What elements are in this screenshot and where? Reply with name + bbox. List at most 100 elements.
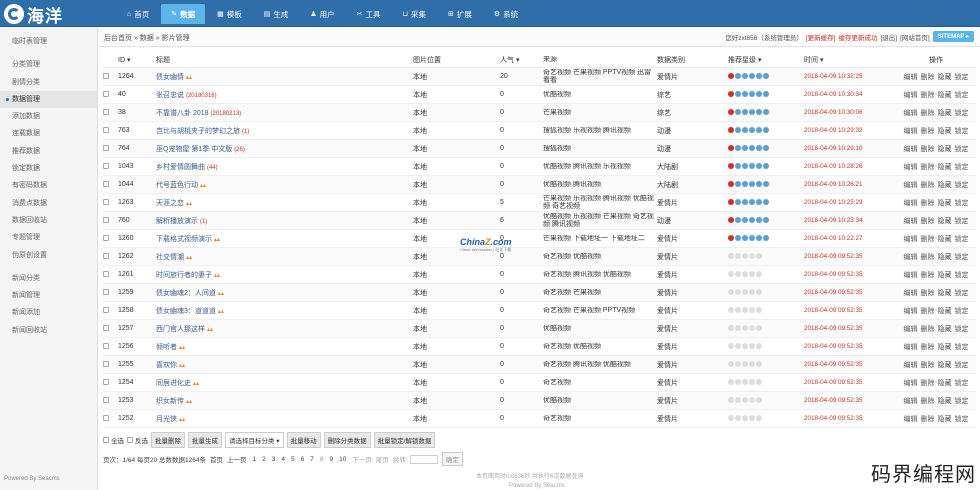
row-checkbox[interactable] — [103, 198, 109, 205]
star-icon[interactable] — [749, 378, 755, 385]
op-1-link[interactable]: 删除 — [921, 218, 935, 225]
star-icon[interactable] — [742, 288, 748, 295]
op-0-link[interactable]: 编辑 — [904, 110, 918, 117]
star-icon[interactable] — [756, 288, 762, 295]
pager-page-1[interactable]: 1 — [250, 455, 258, 464]
unrecommend-icon[interactable] — [728, 90, 734, 97]
op-1-link[interactable]: 删除 — [921, 236, 935, 243]
op-2-link[interactable]: 隐藏 — [938, 362, 952, 369]
star-icon[interactable] — [756, 198, 762, 205]
star-icon[interactable] — [763, 234, 769, 241]
row-checkbox[interactable] — [103, 252, 109, 259]
pager-prev[interactable]: 上一页 — [227, 454, 247, 464]
nav-item-1[interactable]: ✎ 数据 — [161, 4, 206, 24]
star-icon[interactable] — [763, 126, 769, 133]
op-0-link[interactable]: 编辑 — [904, 236, 918, 243]
star-icon[interactable] — [749, 162, 755, 169]
op-2-link[interactable]: 隐藏 — [938, 74, 952, 81]
star-icon[interactable] — [756, 162, 762, 169]
op-2-link[interactable]: 隐藏 — [938, 398, 952, 405]
star-icon[interactable] — [756, 252, 762, 259]
star-icon[interactable] — [735, 288, 741, 295]
sidebar-item[interactable]: 新闻添加 — [0, 304, 97, 321]
row-title-link[interactable]: 解析播放演示 — [156, 218, 198, 225]
op-3-link[interactable]: 锁定 — [955, 92, 969, 99]
star-icon[interactable] — [756, 342, 762, 349]
op-0-link[interactable]: 编辑 — [904, 128, 918, 135]
row-checkbox[interactable] — [103, 378, 109, 385]
star-icon[interactable] — [756, 306, 762, 313]
star-icon[interactable] — [728, 378, 734, 385]
op-2-link[interactable]: 隐藏 — [938, 200, 952, 207]
op-0-link[interactable]: 编辑 — [904, 200, 918, 207]
star-icon[interactable] — [728, 306, 734, 313]
batch-delete-button[interactable]: 批量删除 — [151, 432, 185, 448]
op-3-link[interactable]: 锁定 — [955, 308, 969, 315]
row-title-link[interactable]: 债女幽情 — [156, 74, 184, 81]
pager-page-8[interactable]: 8 — [318, 455, 326, 464]
row-checkbox[interactable] — [103, 216, 109, 223]
unrecommend-icon[interactable] — [728, 162, 734, 169]
star-icon[interactable] — [735, 108, 741, 115]
op-3-link[interactable]: 锁定 — [955, 254, 969, 261]
op-0-link[interactable]: 编辑 — [904, 416, 918, 423]
pager-jump-input[interactable] — [409, 454, 438, 464]
star-icon[interactable] — [749, 324, 755, 331]
unrecommend-icon[interactable] — [728, 234, 734, 241]
star-icon[interactable] — [735, 414, 741, 421]
op-0-link[interactable]: 编辑 — [904, 92, 918, 99]
star-icon[interactable] — [735, 144, 741, 151]
op-2-link[interactable]: 隐藏 — [938, 290, 952, 297]
star-icon[interactable] — [735, 72, 741, 79]
unrecommend-icon[interactable] — [728, 108, 734, 115]
star-icon[interactable] — [749, 306, 755, 313]
nav-item-2[interactable]: ▦ 模板 — [207, 4, 252, 24]
row-checkbox[interactable] — [103, 234, 109, 241]
star-icon[interactable] — [756, 396, 762, 403]
star-icon[interactable] — [735, 378, 741, 385]
sidebar-item[interactable]: 数据回收站 — [0, 212, 97, 229]
star-icon[interactable] — [742, 126, 748, 133]
star-icon[interactable] — [749, 144, 755, 151]
star-icon[interactable] — [749, 126, 755, 133]
op-2-link[interactable]: 隐藏 — [938, 110, 952, 117]
row-title-link[interactable]: 月光侠 — [156, 416, 177, 423]
star-icon[interactable] — [742, 216, 748, 223]
row-title-link[interactable]: 天涯之恋 — [156, 200, 184, 207]
star-icon[interactable] — [749, 396, 755, 403]
star-icon[interactable] — [749, 108, 755, 115]
unrecommend-icon[interactable] — [728, 180, 734, 187]
op-1-link[interactable]: 删除 — [921, 182, 935, 189]
star-icon[interactable] — [763, 144, 769, 151]
op-0-link[interactable]: 编辑 — [904, 146, 918, 153]
pager-page-9[interactable]: 9 — [327, 455, 335, 464]
star-icon[interactable] — [763, 216, 769, 223]
star-icon[interactable] — [756, 378, 762, 385]
op-3-link[interactable]: 锁定 — [955, 416, 969, 423]
row-title-link[interactable]: 巫Q宠物屋 第1季 中文版 — [156, 146, 232, 153]
row-checkbox[interactable] — [103, 72, 109, 79]
batch-move-button[interactable]: 批量移动 — [286, 432, 321, 448]
pager-page-5[interactable]: 5 — [289, 455, 297, 464]
pager-page-2[interactable]: 2 — [260, 455, 268, 464]
sidebar-item[interactable]: 添加数据 — [0, 108, 97, 125]
star-icon[interactable] — [742, 324, 748, 331]
op-0-link[interactable]: 编辑 — [904, 308, 918, 315]
op-3-link[interactable]: 锁定 — [955, 200, 969, 207]
pager-first[interactable]: 首页 — [210, 454, 223, 464]
star-icon[interactable] — [756, 108, 762, 115]
row-title-link[interactable]: 倾听者 — [156, 344, 177, 351]
row-title-link[interactable]: 社交情潮 — [156, 254, 184, 261]
row-title-link[interactable]: 喜欢你 — [156, 362, 177, 369]
op-3-link[interactable]: 锁定 — [955, 272, 969, 279]
op-0-link[interactable]: 编辑 — [904, 272, 918, 279]
header-hot[interactable]: 人气 ▾ — [500, 55, 543, 65]
star-icon[interactable] — [742, 414, 748, 421]
op-1-link[interactable]: 删除 — [921, 362, 935, 369]
op-1-link[interactable]: 删除 — [921, 380, 935, 387]
row-title-link[interactable]: 不靠谱八卦 2018 — [156, 110, 209, 117]
star-icon[interactable] — [728, 396, 734, 403]
op-0-link[interactable]: 编辑 — [904, 398, 918, 405]
unrecommend-icon[interactable] — [728, 126, 734, 133]
star-icon[interactable] — [742, 270, 748, 277]
